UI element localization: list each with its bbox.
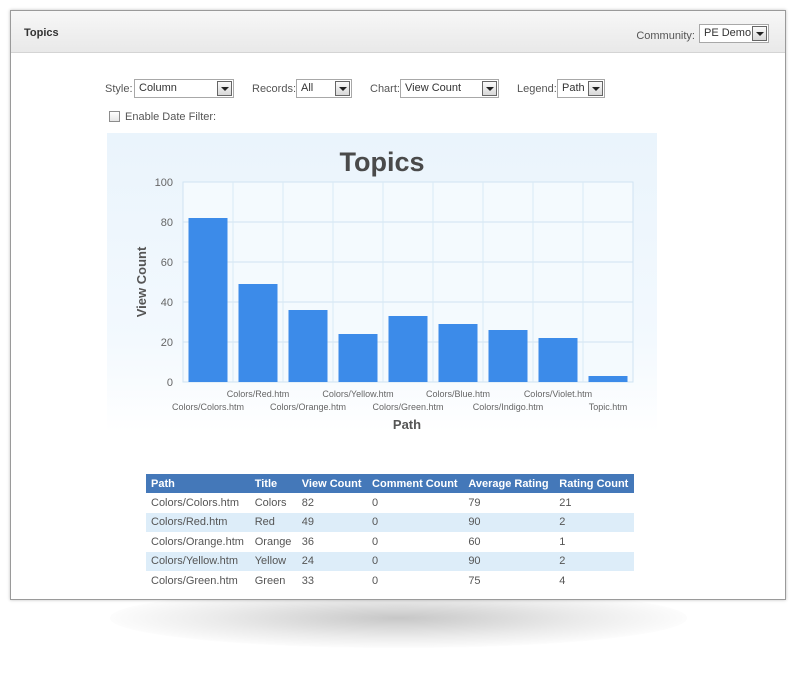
y-tick-label: 40 xyxy=(161,297,173,309)
chevron-down-icon[interactable] xyxy=(588,81,603,96)
style-select[interactable]: Column xyxy=(134,79,234,98)
community-label: Community: xyxy=(636,30,695,42)
y-tick-label: 60 xyxy=(161,257,173,269)
table-cell: 0 xyxy=(367,512,464,532)
date-filter-label: Enable Date Filter: xyxy=(125,111,217,123)
chart-label: Chart: xyxy=(370,83,400,95)
table-cell: 0 xyxy=(372,496,379,509)
bar xyxy=(438,324,478,382)
window-title: Topics xyxy=(24,27,59,39)
table-cell: 90 xyxy=(463,551,555,571)
bar xyxy=(388,316,428,382)
table-cell: 75 xyxy=(468,574,481,587)
table-row[interactable]: Colors/Orange.htm Orange 36 0 60 1 xyxy=(146,532,634,552)
column-chart: 0 20 40 60 80 100 Colors/Colors.htm Colors/Red.… xyxy=(134,147,634,432)
y-axis-label: View Count xyxy=(134,246,149,317)
bar xyxy=(288,310,328,382)
y-tick-label: 0 xyxy=(167,377,173,389)
table-cell: 90 xyxy=(463,512,555,532)
chevron-down-icon[interactable] xyxy=(217,81,232,96)
table-row[interactable]: Colors/Red.htm Red 49 0 90 2 xyxy=(146,512,634,532)
table-cell: 82 xyxy=(301,496,315,509)
legend-label: Legend: xyxy=(517,83,557,95)
table-cell: 21 xyxy=(559,496,572,509)
column-header: Title xyxy=(249,474,297,493)
table-cell: Red xyxy=(249,512,297,532)
bar xyxy=(338,334,378,382)
chart-title: Topics xyxy=(339,147,424,177)
column-header: Average Rating xyxy=(463,474,555,493)
x-tick-label: Colors/Orange.htm xyxy=(270,402,346,412)
chevron-down-icon[interactable] xyxy=(752,26,767,41)
chart-select[interactable]: View Count xyxy=(400,79,499,98)
table-cell: 2 xyxy=(554,551,634,571)
legend-select-value: Path xyxy=(562,82,585,94)
y-tick-label: 20 xyxy=(161,337,173,349)
x-tick-label: Colors/Red.htm xyxy=(227,389,290,399)
table-cell: 2 xyxy=(554,512,634,532)
table-cell: Colors/Yellow.htm xyxy=(146,551,250,571)
topics-window: Topics Community: PE Demo Style: Column … xyxy=(10,10,786,600)
table-cell: 36 xyxy=(301,535,315,548)
table-cell: Colors/Red.htm xyxy=(146,512,250,532)
topics-table: Path Title View Count Comment Count Average … xyxy=(146,474,634,591)
column-header: Path xyxy=(146,474,250,493)
table-row[interactable]: Colors/Yellow.htm Yellow 24 0 90 2 xyxy=(146,551,634,571)
y-tick-label: 100 xyxy=(155,177,173,189)
records-select-value: All xyxy=(301,82,314,94)
x-tick-label: Colors/Yellow.htm xyxy=(322,389,393,399)
window-header: Topics Community: PE Demo xyxy=(11,11,785,53)
x-tick-label: Colors/Green.htm xyxy=(372,402,443,412)
community-select-value: PE Demo xyxy=(704,27,752,39)
table-cell: Colors/Orange.htm xyxy=(151,535,244,548)
x-axis-label: Path xyxy=(393,417,421,432)
table-cell: Colors/Green.htm xyxy=(151,574,238,587)
records-label: Records: xyxy=(252,83,297,95)
column-header: Rating Count xyxy=(554,474,634,493)
x-tick-label: Colors/Colors.htm xyxy=(172,402,244,412)
chevron-down-icon[interactable] xyxy=(335,81,350,96)
bar xyxy=(238,284,278,382)
table-cell: 33 xyxy=(301,574,315,587)
column-header: Comment Count xyxy=(367,474,464,493)
table-cell: Yellow xyxy=(249,551,297,571)
chart-area: 0 20 40 60 80 100 Colors/Colors.htm Colors/Red.… xyxy=(107,133,657,433)
style-label: Style: xyxy=(105,83,133,95)
table-cell: Colors xyxy=(254,496,287,509)
community-select[interactable]: PE Demo xyxy=(699,24,769,43)
bar xyxy=(188,218,228,382)
table-cell: 0 xyxy=(372,574,379,587)
table-cell: 79 xyxy=(468,496,481,509)
style-select-value: Column xyxy=(139,82,177,94)
x-tick-label: Topic.htm xyxy=(589,402,628,412)
table-row[interactable]: Colors/Green.htm Green 33 0 75 4 xyxy=(146,571,634,591)
table-cell: 60 xyxy=(468,535,481,548)
table-header-row: Path Title View Count Comment Count Average … xyxy=(146,474,634,493)
table-cell: 49 xyxy=(296,512,368,532)
table-cell: 0 xyxy=(367,551,464,571)
table-cell: 24 xyxy=(296,551,368,571)
date-filter-checkbox[interactable] xyxy=(109,111,120,122)
bar xyxy=(488,330,528,382)
x-tick-label: Colors/Indigo.htm xyxy=(473,402,544,412)
legend-select[interactable]: Path xyxy=(557,79,605,98)
x-tick-label: Colors/Blue.htm xyxy=(426,389,490,399)
bar xyxy=(538,338,578,382)
table-row[interactable]: Colors/Colors.htm Colors 82 0 79 21 xyxy=(146,493,634,513)
table-cell: Orange xyxy=(254,535,292,548)
chart-select-value: View Count xyxy=(405,82,462,94)
chevron-down-icon[interactable] xyxy=(482,81,497,96)
table-cell: 4 xyxy=(559,574,566,587)
table-cell: 0 xyxy=(372,535,379,548)
y-tick-label: 80 xyxy=(161,217,173,229)
records-select[interactable]: All xyxy=(296,79,352,98)
table-cell: 1 xyxy=(559,535,566,548)
table-cell: Colors/Colors.htm xyxy=(151,496,240,509)
bar xyxy=(588,376,628,382)
x-tick-label: Colors/Violet.htm xyxy=(524,389,592,399)
column-header: View Count xyxy=(296,474,368,493)
table-cell: Green xyxy=(254,574,286,587)
